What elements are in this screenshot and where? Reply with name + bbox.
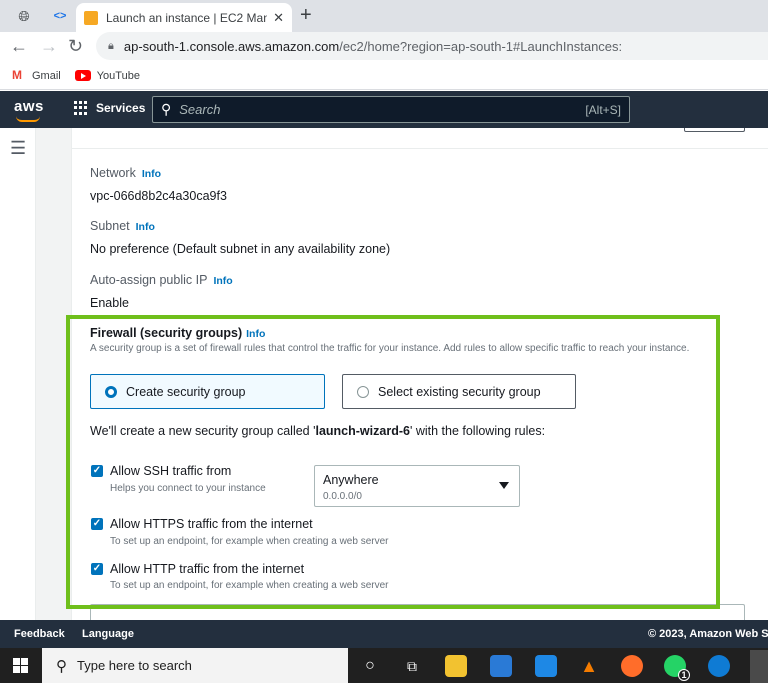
aws-footer: Feedback Language © 2023, Amazon Web Se xyxy=(0,620,768,648)
divider xyxy=(72,148,768,149)
side-nav: ☰ xyxy=(0,128,36,620)
browser-nav-bar: ← → ↻ 🔒︎ ap-south-1.console.aws.amazon.c… xyxy=(0,32,768,62)
mail-icon[interactable] xyxy=(535,655,557,677)
search-placeholder: Search xyxy=(179,102,221,117)
taskbar-search-input[interactable]: ⚲ Type here to search xyxy=(42,648,348,683)
vlc-icon[interactable]: ▲ xyxy=(578,655,600,677)
network-label: Network Info xyxy=(90,166,161,180)
public-ip-info-link[interactable]: Info xyxy=(213,275,232,287)
aws-logo-text: aws xyxy=(14,98,44,115)
copyright-text: © 2023, Amazon Web Se xyxy=(648,628,768,640)
cortana-icon[interactable]: ○ xyxy=(359,655,381,677)
subnet-info-link[interactable]: Info xyxy=(136,221,155,233)
subnet-value: No preference (Default subnet in any ava… xyxy=(90,242,391,256)
gmail-icon: M xyxy=(12,68,22,82)
public-ip-label-text: Auto-assign public IP xyxy=(90,273,208,287)
microsoft-store-icon[interactable] xyxy=(490,655,512,677)
url-path: /ec2/home?region=ap-south-1#LaunchInstan… xyxy=(339,38,623,54)
search-icon: ⚲ xyxy=(56,657,67,675)
public-ip-value: Enable xyxy=(90,296,129,310)
youtube-icon xyxy=(74,70,91,81)
back-arrow-icon[interactable]: ← xyxy=(10,37,28,55)
whatsapp-icon[interactable]: 1 xyxy=(664,655,690,681)
windows-start-icon[interactable] xyxy=(13,658,28,673)
active-tab[interactable]: Launch an instance | EC2 Manage ✕ xyxy=(76,3,292,32)
bookmark-label: YouTube xyxy=(96,69,140,82)
code-icon: <> xyxy=(53,10,67,22)
aws-smile-icon xyxy=(16,116,40,122)
bookmark-youtube[interactable]: YouTube xyxy=(74,69,140,82)
bookmarks-bar: M Gmail YouTube xyxy=(0,62,768,90)
globe-icon: 🌐︎ xyxy=(18,7,30,24)
grid-icon xyxy=(74,101,88,115)
firefox-icon[interactable] xyxy=(621,655,643,677)
forward-arrow-icon[interactable]: → xyxy=(40,37,58,55)
task-view-icon[interactable]: ⧉ xyxy=(401,655,423,677)
chrome-icon[interactable] xyxy=(750,650,768,683)
pinned-tab-globe[interactable]: 🌐︎ xyxy=(10,3,38,29)
collapsed-button-edge[interactable] xyxy=(684,128,745,132)
aws-search-input[interactable]: ⚲ Search [Alt+S] xyxy=(152,96,630,123)
search-shortcut: [Alt+S] xyxy=(585,102,621,117)
search-icon: ⚲ xyxy=(161,101,172,117)
file-explorer-icon[interactable] xyxy=(445,655,467,677)
bookmark-gmail[interactable]: M Gmail xyxy=(12,68,61,82)
public-ip-label: Auto-assign public IP Info xyxy=(90,273,233,287)
address-bar[interactable]: 🔒︎ ap-south-1.console.aws.amazon.com/ec2… xyxy=(96,32,768,60)
network-value: vpc-066d8b2c4a30ca9f3 xyxy=(90,189,227,203)
aws-favicon-icon xyxy=(84,10,98,25)
services-label: Services xyxy=(96,101,146,115)
browser-tab-bar: 🌐︎ <> Launch an instance | EC2 Manage ✕ … xyxy=(0,0,768,32)
hamburger-menu-icon[interactable]: ☰ xyxy=(10,138,26,159)
whatsapp-badge: 1 xyxy=(678,669,690,681)
language-link[interactable]: Language xyxy=(82,628,134,640)
subnet-label-text: Subnet xyxy=(90,219,130,233)
services-menu-button[interactable]: Services xyxy=(74,101,145,115)
reload-icon[interactable]: ↻ xyxy=(68,37,83,55)
new-tab-button[interactable]: + xyxy=(300,5,312,25)
feedback-link[interactable]: Feedback xyxy=(14,628,65,640)
firewall-highlight-box xyxy=(66,315,720,609)
url-host: ap-south-1.console.aws.amazon.com xyxy=(123,38,340,54)
pinned-tab-code[interactable]: <> xyxy=(46,3,74,29)
aws-top-nav: aws Services ⚲ Search [Alt+S] xyxy=(0,91,768,128)
network-label-text: Network xyxy=(90,166,136,180)
network-info-link[interactable]: Info xyxy=(142,168,161,180)
bookmark-label: Gmail xyxy=(32,69,61,82)
taskbar-search-placeholder: Type here to search xyxy=(77,658,192,673)
aws-logo[interactable]: aws xyxy=(14,98,44,122)
edge-icon[interactable] xyxy=(708,655,730,677)
lock-icon: 🔒︎ xyxy=(108,39,114,52)
subnet-label: Subnet Info xyxy=(90,219,155,233)
close-tab-icon[interactable]: ✕ xyxy=(273,10,284,26)
windows-taskbar: ⚲ Type here to search ○ ⧉ ▲ 1 xyxy=(0,648,768,683)
tab-title: Launch an instance | EC2 Manage xyxy=(106,10,268,25)
